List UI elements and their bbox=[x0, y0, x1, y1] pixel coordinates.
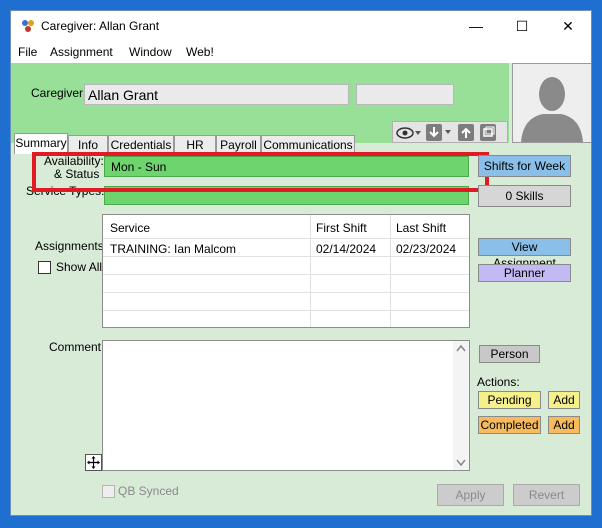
first-shift-cell: 02/14/2024 bbox=[316, 242, 377, 256]
maximize-button[interactable]: ☐ bbox=[499, 11, 545, 41]
move-down-icon[interactable] bbox=[426, 124, 454, 142]
title-bar: Caregiver: Allan Grant — ☐ ✕ bbox=[11, 11, 591, 41]
app-icon bbox=[22, 20, 34, 32]
menu-bar: File Assignment Window Web! bbox=[11, 41, 591, 63]
minimize-button[interactable]: — bbox=[453, 11, 499, 41]
completed-button[interactable]: Completed bbox=[478, 416, 541, 434]
shifts-for-week-button[interactable]: Shifts for Week bbox=[478, 155, 571, 177]
menu-window[interactable]: Window bbox=[129, 45, 172, 59]
window-title: Caregiver: Allan Grant bbox=[41, 19, 160, 33]
move-icon[interactable] bbox=[85, 454, 102, 471]
skills-button[interactable]: 0 Skills bbox=[478, 185, 571, 207]
assignments-label: Assignments: bbox=[35, 239, 108, 253]
view-icon[interactable] bbox=[396, 126, 422, 140]
table-row[interactable] bbox=[103, 275, 469, 293]
qb-synced-label: QB Synced bbox=[118, 484, 179, 498]
table-row[interactable]: TRAINING: Ian Malcom 02/14/2024 02/23/20… bbox=[103, 239, 469, 257]
column-header-first-shift[interactable]: First Shift bbox=[316, 221, 367, 235]
column-header-service[interactable]: Service bbox=[110, 221, 150, 235]
toolbar bbox=[392, 121, 508, 143]
pending-button[interactable]: Pending bbox=[478, 391, 541, 409]
close-button[interactable]: ✕ bbox=[545, 11, 591, 41]
highlight-box bbox=[32, 152, 489, 192]
caregiver-photo[interactable] bbox=[512, 63, 591, 143]
move-up-icon[interactable] bbox=[458, 124, 475, 142]
menu-file[interactable]: File bbox=[18, 45, 37, 59]
add-pending-button[interactable]: Add bbox=[548, 391, 580, 409]
person-button[interactable]: Person bbox=[479, 345, 540, 363]
add-completed-button[interactable]: Add bbox=[548, 416, 580, 434]
actions-label: Actions: bbox=[477, 375, 520, 389]
restore-window-icon[interactable] bbox=[480, 124, 497, 142]
show-all-checkbox[interactable] bbox=[38, 261, 51, 274]
table-row[interactable] bbox=[103, 293, 469, 311]
scroll-up-icon[interactable] bbox=[456, 344, 466, 352]
table-header: Service First Shift Last Shift bbox=[103, 215, 469, 239]
comment-label: Comment: bbox=[49, 340, 105, 354]
show-all-label: Show All bbox=[56, 260, 103, 274]
caregiver-window: Caregiver: Allan Grant — ☐ ✕ File Assign… bbox=[10, 10, 592, 516]
apply-button[interactable]: Apply bbox=[437, 484, 504, 506]
caregiver-label: Caregiver: bbox=[31, 86, 87, 100]
caregiver-name-field[interactable]: Allan Grant bbox=[84, 84, 349, 105]
comment-textarea[interactable] bbox=[102, 340, 470, 471]
service-cell: TRAINING: Ian Malcom bbox=[110, 242, 237, 256]
menu-assignment[interactable]: Assignment bbox=[50, 45, 113, 59]
qb-synced-checkbox[interactable] bbox=[102, 485, 115, 498]
avatar-icon bbox=[513, 64, 591, 142]
comment-scrollbar[interactable] bbox=[453, 341, 469, 470]
table-row[interactable] bbox=[103, 257, 469, 275]
caregiver-secondary-field[interactable] bbox=[356, 84, 454, 105]
menu-web[interactable]: Web! bbox=[186, 45, 214, 59]
assignments-table: Service First Shift Last Shift TRAINING:… bbox=[102, 214, 470, 328]
scroll-down-icon[interactable] bbox=[456, 459, 466, 467]
view-assignment-button[interactable]: View Assignment bbox=[478, 238, 571, 270]
revert-button[interactable]: Revert bbox=[513, 484, 580, 506]
column-header-last-shift[interactable]: Last Shift bbox=[396, 221, 446, 235]
last-shift-cell: 02/23/2024 bbox=[396, 242, 457, 256]
table-row[interactable] bbox=[103, 311, 469, 329]
planner-button[interactable]: Planner bbox=[478, 264, 571, 282]
